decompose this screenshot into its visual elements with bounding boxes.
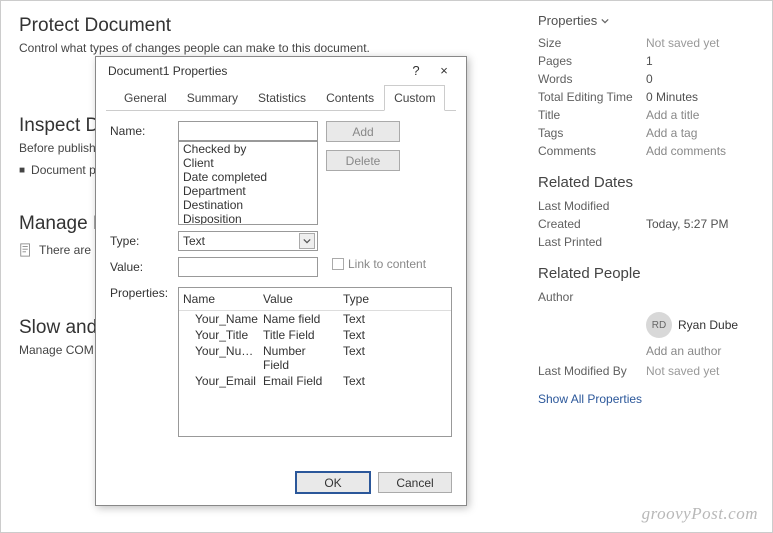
document-properties-dialog: Document1 Properties ? × General Summary… [95, 56, 467, 506]
dialog-footer: OK Cancel [96, 464, 466, 505]
table-row[interactable]: Your_NameName fieldText [179, 311, 451, 327]
avatar: RD [646, 312, 672, 338]
size-label: Size [538, 36, 646, 50]
comments-label: Comments [538, 144, 646, 158]
list-item[interactable]: Client [179, 156, 317, 170]
words-label: Words [538, 72, 646, 86]
created-value: Today, 5:27 PM [646, 217, 729, 231]
tab-general[interactable]: General [114, 85, 177, 111]
title-label: Title [538, 108, 646, 122]
ok-button[interactable]: OK [296, 472, 370, 493]
delete-button[interactable]: Delete [326, 150, 400, 171]
name-suggestion-list[interactable]: Checked by Client Date completed Departm… [178, 141, 318, 225]
tags-value[interactable]: Add a tag [646, 126, 697, 140]
last-modified-by-value: Not saved yet [646, 364, 719, 378]
last-printed-label: Last Printed [538, 235, 646, 249]
col-type[interactable]: Type [339, 291, 409, 307]
col-value[interactable]: Value [259, 291, 339, 307]
author-row[interactable]: RD Ryan Dube [646, 312, 758, 338]
type-select[interactable]: Text [178, 231, 318, 251]
words-value: 0 [646, 72, 653, 86]
editing-time-value: 0 Minutes [646, 90, 698, 104]
add-button[interactable]: Add [326, 121, 400, 142]
comments-value[interactable]: Add comments [646, 144, 726, 158]
editing-time-label: Total Editing Time [538, 90, 646, 104]
col-name[interactable]: Name [179, 291, 259, 307]
list-item[interactable]: Date completed [179, 170, 317, 184]
name-label: Name: [110, 121, 170, 138]
cancel-button[interactable]: Cancel [378, 472, 452, 493]
pages-value: 1 [646, 54, 653, 68]
tab-custom[interactable]: Custom [384, 85, 445, 111]
list-item[interactable]: Disposition [179, 212, 317, 225]
tags-label: Tags [538, 126, 646, 140]
checkbox-icon [332, 258, 344, 270]
pages-label: Pages [538, 54, 646, 68]
table-row[interactable]: Your_TitleTitle FieldText [179, 327, 451, 343]
title-value[interactable]: Add a title [646, 108, 699, 122]
properties-label: Properties: [110, 283, 170, 300]
close-button[interactable]: × [430, 63, 458, 78]
table-row[interactable]: Your_EmailEmail FieldText [179, 373, 451, 389]
watermark: groovyPost.com [642, 504, 758, 524]
help-button[interactable]: ? [402, 63, 430, 78]
last-modified-by-label: Last Modified By [538, 364, 646, 378]
chevron-down-icon [601, 17, 609, 25]
tab-summary[interactable]: Summary [177, 85, 248, 111]
chevron-down-icon [299, 233, 315, 249]
related-people-heading: Related People [538, 265, 758, 282]
last-modified-label: Last Modified [538, 199, 646, 213]
show-all-properties-link[interactable]: Show All Properties [538, 392, 758, 406]
author-name: Ryan Dube [678, 318, 738, 332]
list-item[interactable]: Department [179, 184, 317, 198]
list-item[interactable]: Checked by [179, 142, 317, 156]
type-label: Type: [110, 231, 170, 248]
value-label: Value: [110, 257, 170, 274]
list-item[interactable]: Destination [179, 198, 317, 212]
properties-table[interactable]: Name Value Type Your_NameName fieldTextY… [178, 287, 452, 437]
value-input[interactable] [178, 257, 318, 277]
tab-contents[interactable]: Contents [316, 85, 384, 111]
dialog-body: Name: Checked by Client Date completed D… [96, 111, 466, 464]
document-icon [19, 243, 33, 257]
add-author-link[interactable]: Add an author [646, 340, 758, 362]
dialog-titlebar[interactable]: Document1 Properties ? × [96, 57, 466, 84]
properties-panel: Properties SizeNot saved yet Pages1 Word… [538, 13, 758, 406]
author-label: Author [538, 290, 646, 304]
related-dates-heading: Related Dates [538, 174, 758, 191]
dialog-tabs: General Summary Statistics Contents Cust… [106, 84, 456, 111]
created-label: Created [538, 217, 646, 231]
table-row[interactable]: Your_Nu…Number FieldText [179, 343, 451, 373]
dialog-title: Document1 Properties [108, 64, 402, 78]
tab-statistics[interactable]: Statistics [248, 85, 316, 111]
link-to-content-checkbox: Link to content [332, 257, 426, 271]
name-input[interactable] [178, 121, 318, 141]
size-value: Not saved yet [646, 36, 719, 50]
properties-dropdown[interactable]: Properties [538, 13, 758, 28]
